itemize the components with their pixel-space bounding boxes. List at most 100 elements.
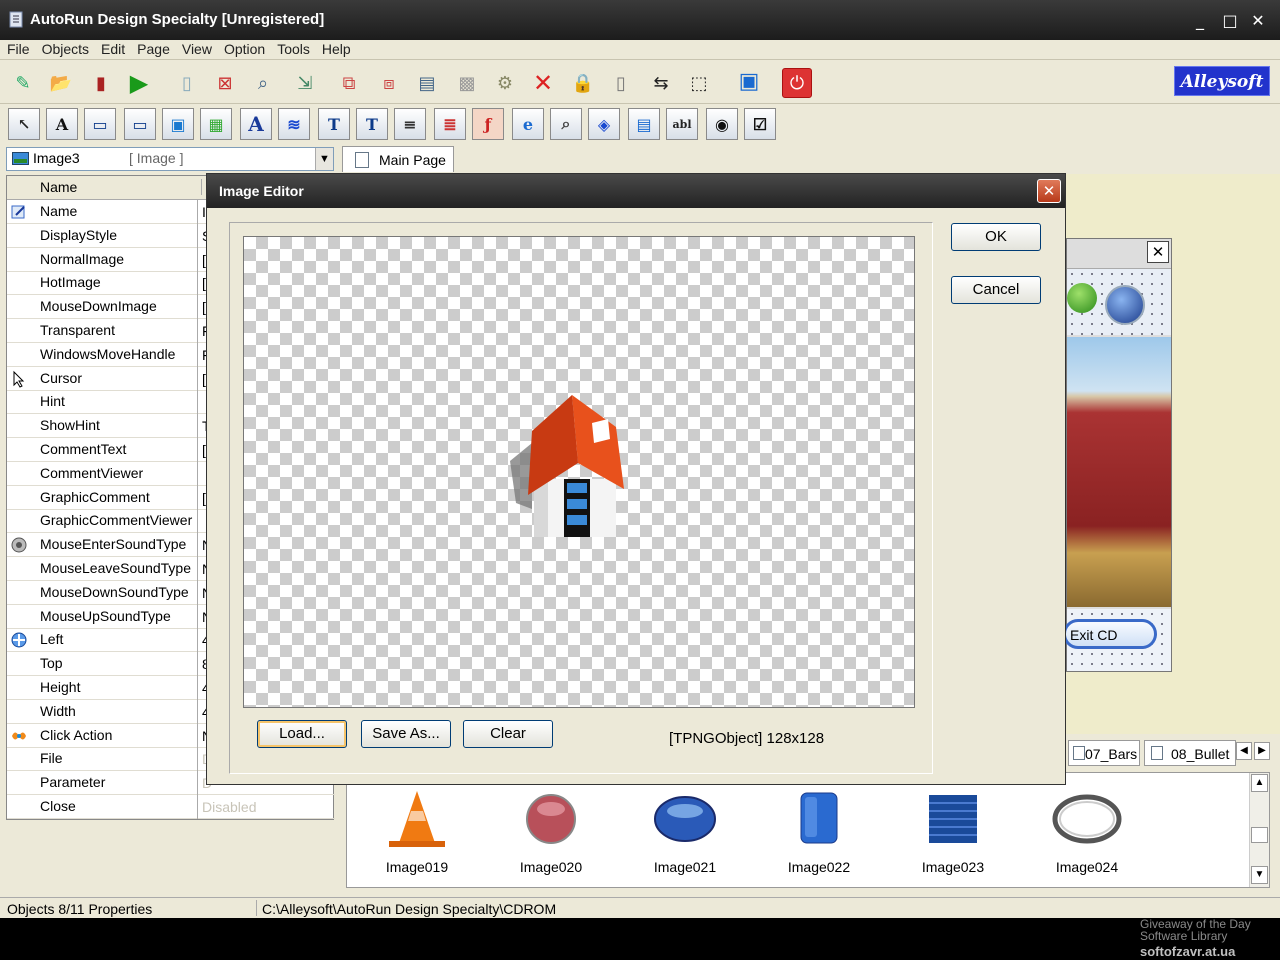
browser-tool-icon[interactable]: e	[512, 108, 544, 140]
document-icon[interactable]: ▯	[606, 68, 636, 98]
save-icon[interactable]: ▮	[86, 68, 116, 98]
apple-icon	[1067, 283, 1097, 313]
delete-page-icon[interactable]: ⊠	[210, 68, 240, 98]
tab-08-bullet[interactable]: 08_Bullet	[1144, 740, 1236, 766]
watermark: Giveaway of the Day Software Library sof…	[1110, 918, 1280, 960]
dialog-close-icon[interactable]: ✕	[1037, 179, 1061, 203]
image-info: [TPNGObject] 128x128	[669, 730, 825, 747]
list-item[interactable]: Image023	[913, 785, 993, 875]
house-image	[510, 395, 624, 537]
list-item[interactable]: Image021	[645, 785, 725, 875]
rich-text-tool-icon[interactable]: T	[356, 108, 388, 140]
remove-icon[interactable]: ✕	[528, 68, 558, 98]
shape-tool-icon[interactable]: ▭	[84, 108, 116, 140]
blue-striped-square-icon	[929, 795, 977, 843]
cut-icon[interactable]: ⧈	[374, 68, 404, 98]
status-path: C:\Alleysoft\AutoRun Design Specialty\CD…	[262, 901, 557, 917]
copy-icon[interactable]: ⧉	[334, 68, 364, 98]
search-tool-icon[interactable]: ⌕	[550, 108, 582, 140]
memo-tool-icon[interactable]: ≡	[394, 108, 426, 140]
app-window: AutoRun Design Specialty [Unregistered] …	[0, 0, 1280, 918]
cancel-button[interactable]: Cancel	[951, 276, 1041, 304]
lock-icon[interactable]: 🔒	[568, 68, 598, 98]
open-icon[interactable]: 📂	[46, 68, 76, 98]
image-canvas[interactable]	[243, 236, 915, 708]
object-type: [ Image ]	[129, 150, 184, 166]
edit-box-tool-icon[interactable]: abl	[666, 108, 698, 140]
row-gutter	[7, 271, 37, 295]
menu-file[interactable]: File	[2, 40, 35, 58]
window-tool-icon[interactable]: ▤	[628, 108, 660, 140]
banner-tool-icon[interactable]: ≋	[278, 108, 310, 140]
menu-edit[interactable]: Edit	[96, 40, 130, 58]
load-button[interactable]: Load...	[257, 720, 347, 748]
row-gutter	[7, 747, 37, 771]
power-icon[interactable]: ⏻	[782, 68, 812, 98]
properties-icon[interactable]: ⚙	[490, 68, 520, 98]
menu-help[interactable]: Help	[317, 40, 356, 58]
label-tool-icon[interactable]: A	[240, 108, 272, 140]
property-name: HotImage	[40, 274, 101, 291]
wizard-icon[interactable]: ✎	[8, 68, 38, 98]
object-selector[interactable]: Image3 [ Image ] ▼	[6, 147, 334, 171]
chevron-down-icon[interactable]: ▼	[315, 148, 333, 170]
list-tool-icon[interactable]: ≣	[434, 108, 466, 140]
tab-07-bars[interactable]: 07_Bars	[1068, 740, 1140, 766]
list-item[interactable]: Image020	[511, 785, 591, 875]
vertical-scrollbar[interactable]: ▲ ▼	[1249, 773, 1269, 887]
group-icon[interactable]: ▩	[452, 68, 482, 98]
pointer-tool-icon[interactable]: ↖	[8, 108, 40, 140]
text-box-tool-icon[interactable]: T	[318, 108, 350, 140]
preview-close-icon[interactable]: ✕	[1147, 241, 1169, 263]
list-item[interactable]: Image019	[377, 785, 457, 875]
preview-icon[interactable]: ⌕	[248, 68, 278, 98]
row-gutter	[7, 700, 37, 724]
list-item-label: Image020	[519, 859, 583, 875]
exit-cd-button[interactable]: Exit CD	[1063, 619, 1157, 649]
clear-button[interactable]: Clear	[463, 720, 553, 748]
checkbox-tool-icon[interactable]: ☑	[744, 108, 776, 140]
scroll-down-icon[interactable]: ▼	[1251, 866, 1268, 884]
import-icon[interactable]: ⇲	[290, 68, 320, 98]
gradient-tool-icon[interactable]: ▦	[200, 108, 232, 140]
list-item[interactable]: Image024	[1047, 785, 1127, 875]
ok-button[interactable]: OK	[951, 223, 1041, 251]
paste-icon[interactable]: ▤	[412, 68, 442, 98]
menu-tools[interactable]: Tools	[272, 40, 315, 58]
tab-scroll-right-icon[interactable]: ▶	[1254, 742, 1270, 760]
property-row[interactable]: Close Disabled	[7, 795, 335, 819]
menu-option[interactable]: Option	[219, 40, 270, 58]
image-object-icon	[12, 152, 29, 165]
tab-main-page-label: Main Page	[379, 152, 446, 168]
monitor-icon[interactable]: ▣	[734, 66, 764, 96]
align-icon[interactable]: ⇆	[646, 68, 676, 98]
menu-page[interactable]: Page	[132, 40, 175, 58]
list-item-label: Image021	[653, 859, 717, 875]
radio-tool-icon[interactable]: ◉	[706, 108, 738, 140]
new-page-icon[interactable]: ▯	[172, 68, 202, 98]
run-icon[interactable]: ▶	[124, 68, 154, 98]
minimize-button[interactable]: _	[1188, 10, 1212, 32]
property-name: NormalImage	[40, 250, 125, 267]
list-item[interactable]: Image022	[779, 785, 859, 875]
row-gutter	[7, 771, 37, 795]
panel-tool-icon[interactable]: ▭	[124, 108, 156, 140]
property-name: DisplayStyle	[40, 226, 118, 243]
tab-main-page[interactable]: Main Page	[342, 146, 454, 172]
tab-scroll-left-icon[interactable]: ◀	[1236, 742, 1252, 760]
menu-objects[interactable]: Objects	[37, 40, 94, 58]
scroll-thumb[interactable]	[1251, 827, 1268, 843]
image-tool-icon[interactable]: ▣	[162, 108, 194, 140]
cursor-icon	[7, 367, 37, 391]
save-as-button[interactable]: Save As...	[361, 720, 451, 748]
close-button[interactable]: ✕	[1246, 10, 1270, 32]
flash-tool-icon[interactable]: ƒ	[472, 108, 504, 140]
property-name: ShowHint	[40, 417, 100, 434]
status-bar: Objects 8/11 Properties C:\Alleysoft\Aut…	[0, 897, 1280, 918]
text-tool-icon[interactable]: A	[46, 108, 78, 140]
maximize-button[interactable]: □	[1218, 10, 1242, 32]
puzzle-tool-icon[interactable]: ◈	[588, 108, 620, 140]
menu-view[interactable]: View	[177, 40, 217, 58]
select-area-icon[interactable]: ⬚	[684, 68, 714, 98]
scroll-up-icon[interactable]: ▲	[1251, 774, 1268, 792]
